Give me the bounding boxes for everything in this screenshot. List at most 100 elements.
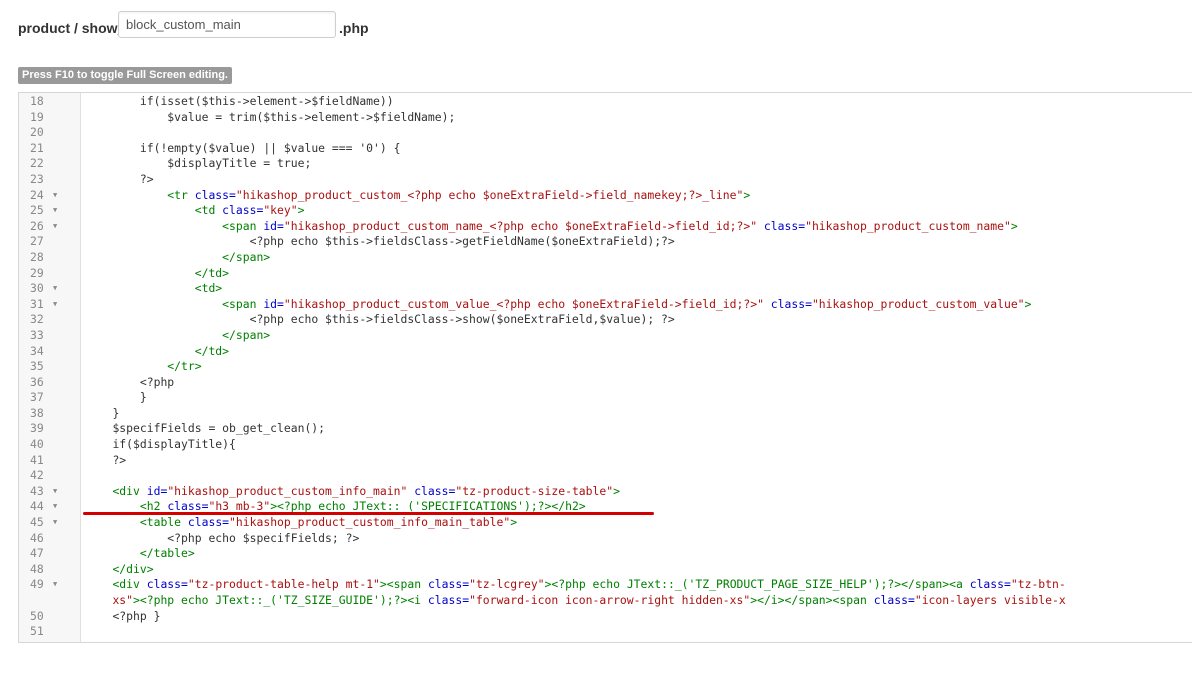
- code-line[interactable]: 51: [19, 624, 1192, 640]
- code-token: class=: [873, 593, 915, 607]
- code-token: <td: [194, 203, 223, 218]
- line-number: 28: [30, 249, 44, 264]
- code-token: >: [1024, 296, 1032, 311]
- code-line[interactable]: 29 </td>: [19, 266, 1192, 282]
- code-token: "hikashop_product_custom_info_main_table…: [229, 515, 511, 530]
- code-token: class=: [427, 577, 470, 592]
- code-text: <?php echo $this->fieldsClass->getFieldN…: [85, 234, 675, 250]
- code-line[interactable]: 23 ?>: [19, 172, 1192, 188]
- code-token: if($displayTitle){: [112, 437, 236, 452]
- code-text: <td>: [85, 281, 222, 297]
- code-line[interactable]: 35 </tr>: [19, 359, 1192, 375]
- code-line[interactable]: 22 $displayTitle = true;: [19, 156, 1192, 172]
- fold-toggle-icon[interactable]: ▼: [53, 499, 57, 515]
- fold-toggle-icon[interactable]: ▼: [53, 484, 57, 500]
- code-line[interactable]: 26 ▼ <span id="hikashop_product_custom_na…: [19, 219, 1192, 235]
- template-editor-header: product / show_ .php: [0, 0, 1192, 60]
- code-token: class=: [194, 187, 236, 202]
- code-line[interactable]: 42: [19, 468, 1192, 484]
- file-path-label: product / show_: [18, 20, 126, 36]
- code-line[interactable]: 49 ▼ <div class="tz-product-table-help mt…: [19, 577, 1192, 593]
- code-line[interactable]: 39 $specifFields = ob_get_clean();: [19, 421, 1192, 437]
- code-text: $displayTitle = true;: [85, 156, 311, 172]
- code-line[interactable]: 30 ▼ <td>: [19, 281, 1192, 297]
- code-line[interactable]: 48 </div>: [19, 562, 1192, 578]
- line-number: 40: [30, 437, 44, 452]
- fold-toggle-icon[interactable]: ▼: [53, 281, 57, 297]
- code-line[interactable]: 37 }: [19, 390, 1192, 406]
- code-line[interactable]: 50 <?php }: [19, 609, 1192, 625]
- code-text: xs"><?php echo JText::_('TZ_SIZE_GUIDE')…: [85, 593, 1066, 609]
- code-text: <div id="hikashop_product_custom_info_ma…: [85, 484, 620, 500]
- code-token: >: [743, 187, 751, 202]
- fold-toggle-icon[interactable]: ▼: [53, 297, 57, 313]
- code-token: "hikashop_product_custom_value_<?php ech…: [283, 296, 764, 311]
- code-token: <span: [222, 218, 264, 233]
- code-line[interactable]: 20: [19, 125, 1192, 141]
- code-token: "key": [263, 203, 298, 218]
- fold-toggle-icon[interactable]: ▼: [53, 203, 57, 219]
- code-line[interactable]: 41 ?>: [19, 453, 1192, 469]
- code-token: ><?php echo JText::_('TZ_PRODUCT_PAGE_SI…: [544, 577, 970, 592]
- code-line[interactable]: 24 ▼ <tr class="hikashop_product_custom_<…: [19, 188, 1192, 204]
- code-token: <td>: [194, 281, 223, 296]
- code-line[interactable]: 18 if(isset($this->element->$fieldName)): [19, 94, 1192, 110]
- code-line[interactable]: 46 <?php echo $specifFields; ?>: [19, 531, 1192, 547]
- code-token: "forward-icon icon-arrow-right hidden-xs…: [469, 593, 751, 607]
- code-line[interactable]: 31 ▼ <span id="hikashop_product_custom_va…: [19, 297, 1192, 313]
- fold-toggle-icon[interactable]: ▼: [53, 515, 57, 531]
- annotation-red-underline: [83, 512, 654, 515]
- line-number: 18: [30, 94, 44, 108]
- code-line[interactable]: 25 ▼ <td class="key">: [19, 203, 1192, 219]
- code-token: id=: [146, 483, 168, 498]
- code-line[interactable]: 32 <?php echo $this->fieldsClass->show($…: [19, 312, 1192, 328]
- code-line[interactable]: 38 }: [19, 406, 1192, 422]
- code-token: ><span: [379, 577, 428, 592]
- code-token: <?php echo $this->fieldsClass->getFieldN…: [249, 234, 675, 249]
- code-token: class=: [763, 296, 812, 311]
- code-text: if(!empty($value) || $value === '0') {: [85, 141, 401, 157]
- code-text: <span id="hikashop_product_custom_value_…: [85, 297, 1031, 313]
- code-token: "tz-lcgrey": [469, 577, 545, 592]
- fold-toggle-icon[interactable]: ▼: [53, 577, 57, 593]
- code-editor[interactable]: 18 if(isset($this->element->$fieldName))…: [18, 92, 1192, 643]
- code-text: </div>: [85, 562, 153, 578]
- filename-input[interactable]: [118, 11, 336, 38]
- code-token: "icon-layers visible-x: [914, 593, 1066, 607]
- code-line[interactable]: 40 if($displayTitle){: [19, 437, 1192, 453]
- code-token: >: [297, 203, 305, 218]
- line-number: 46: [30, 530, 44, 545]
- code-token: "tz-btn-: [1010, 577, 1066, 592]
- line-number: 23: [30, 171, 44, 186]
- code-line[interactable]: xs"><?php echo JText::_('TZ_SIZE_GUIDE')…: [19, 593, 1192, 609]
- fold-toggle-icon[interactable]: ▼: [53, 219, 57, 235]
- fold-toggle-icon[interactable]: ▼: [53, 188, 57, 204]
- code-line[interactable]: 43 ▼ <div id="hikashop_product_custom_inf…: [19, 484, 1192, 500]
- code-lines[interactable]: 18 if(isset($this->element->$fieldName))…: [19, 94, 1192, 640]
- code-token: >: [510, 515, 518, 530]
- code-text: </td>: [85, 266, 229, 282]
- line-number: 32: [30, 312, 44, 327]
- code-line[interactable]: 45 ▼ <table class="hikashop_product_custo…: [19, 515, 1192, 531]
- code-line[interactable]: 19 $value = trim($this->element->$fieldN…: [19, 110, 1192, 126]
- code-token: if(isset($this->element->$fieldName)): [139, 94, 394, 108]
- code-text: <span id="hikashop_product_custom_name_<…: [85, 219, 1018, 235]
- code-token: ><?php echo JText::_('TZ_SIZE_GUIDE');?>…: [133, 593, 428, 607]
- code-line[interactable]: 36 <?php: [19, 375, 1192, 391]
- code-token: class=: [146, 577, 188, 592]
- code-token: <div: [112, 577, 147, 592]
- line-number: 22: [30, 156, 44, 171]
- code-token: id=: [263, 218, 284, 233]
- code-line[interactable]: 27 <?php echo $this->fieldsClass->getFie…: [19, 234, 1192, 250]
- code-line[interactable]: 21 if(!empty($value) || $value === '0') …: [19, 141, 1192, 157]
- code-line[interactable]: 28 </span>: [19, 250, 1192, 266]
- code-line[interactable]: 34 </td>: [19, 344, 1192, 360]
- code-text: <table class="hikashop_product_custom_in…: [85, 515, 517, 531]
- code-text: }: [85, 406, 119, 422]
- code-token: <?php }: [112, 608, 161, 623]
- code-text: </table>: [85, 546, 195, 562]
- code-line[interactable]: 33 </span>: [19, 328, 1192, 344]
- code-line[interactable]: 47 </table>: [19, 546, 1192, 562]
- line-number: 42: [30, 468, 44, 483]
- line-number: 20: [30, 125, 44, 140]
